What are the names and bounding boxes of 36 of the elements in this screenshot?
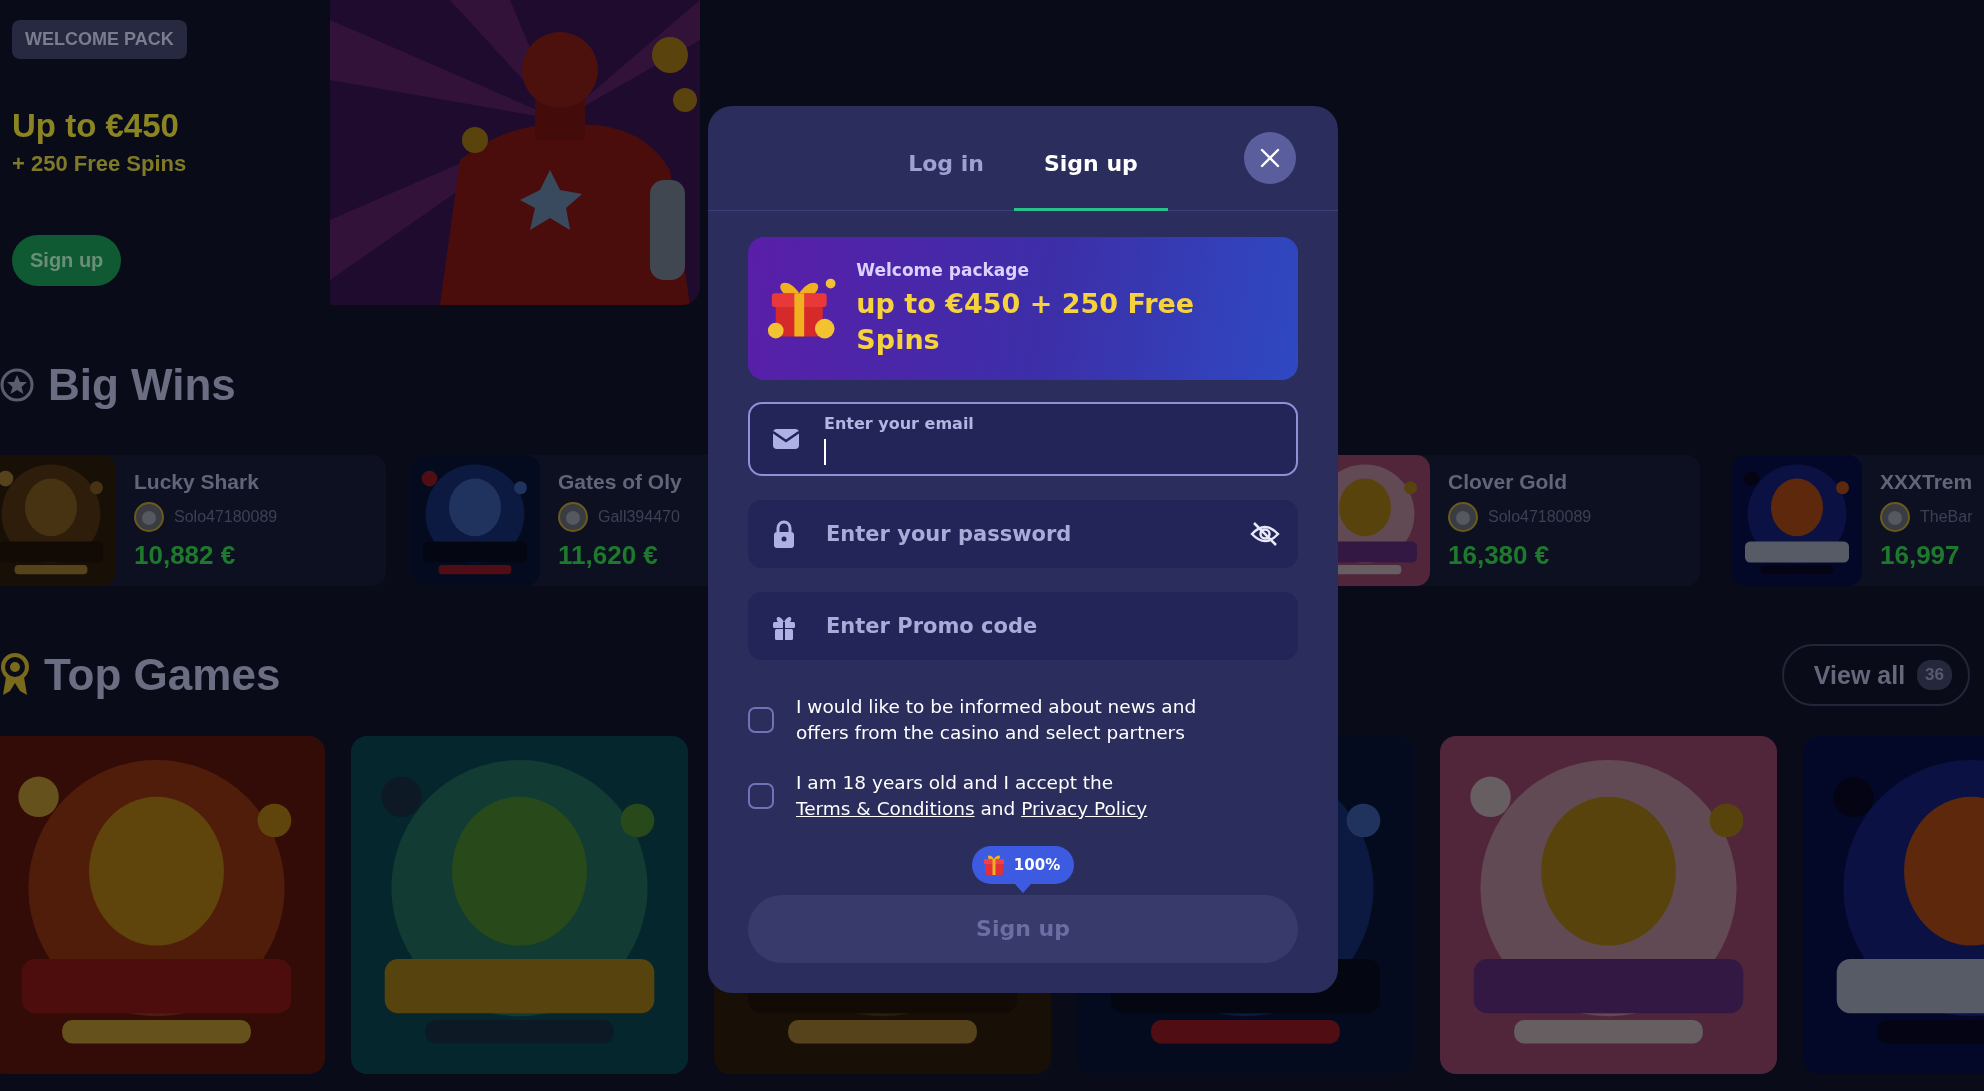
game-name: Gates of Oly [558, 470, 682, 494]
game-name: Lucky Shark [134, 470, 260, 494]
close-button[interactable] [1244, 132, 1296, 184]
promo-offer: up to €450 + 250 Free Spins [856, 287, 1196, 357]
game-name: XXXTrem [1880, 470, 1973, 494]
banner-title: Up to €450 [12, 107, 179, 145]
avatar-icon [558, 502, 588, 532]
promo-field[interactable]: Enter Promo code [748, 592, 1298, 660]
medal-icon [0, 653, 30, 697]
checkbox[interactable] [748, 706, 774, 733]
checkbox[interactable] [748, 782, 774, 809]
consent-text: I am 18 years old and I accept the Terms & Conditions and Privacy Policy [796, 770, 1149, 821]
promo-caption: Welcome package [856, 260, 1030, 281]
avatar-icon [1448, 502, 1478, 532]
win-amount: 10,882 € [134, 540, 237, 571]
tab[interactable]: Sign up [1013, 151, 1168, 211]
avatar-icon [1880, 502, 1910, 532]
win-amount: 11,620 € [558, 540, 659, 571]
email-field[interactable]: Enter your email [748, 402, 1298, 476]
signup-button[interactable]: Sign up [12, 235, 122, 286]
promo-badge: WELCOME PACK [12, 20, 187, 59]
section-title: Big Wins [48, 360, 236, 410]
tab[interactable]: Log in [878, 151, 1014, 211]
avatar-icon [134, 502, 164, 532]
win-amount: 16,380 € [1448, 540, 1551, 571]
consent-text: I would like to be informed about news and offers from the casino and select partners [796, 695, 1198, 745]
section-title: Top Games [44, 650, 281, 700]
eye-off-icon[interactable] [1250, 520, 1280, 548]
game-name: Clover Gold [1448, 470, 1569, 494]
policy-link[interactable]: Terms & Conditions [796, 797, 975, 819]
close-icon [1260, 148, 1280, 168]
bonus-percent: 100% [1013, 855, 1061, 874]
policy-link[interactable]: Privacy Policy [1021, 797, 1148, 819]
banner-subtitle: + 250 Free Spins [12, 151, 187, 177]
password-field[interactable]: Enter your password [748, 500, 1298, 568]
win-amount: 16,997 [1880, 540, 1961, 571]
